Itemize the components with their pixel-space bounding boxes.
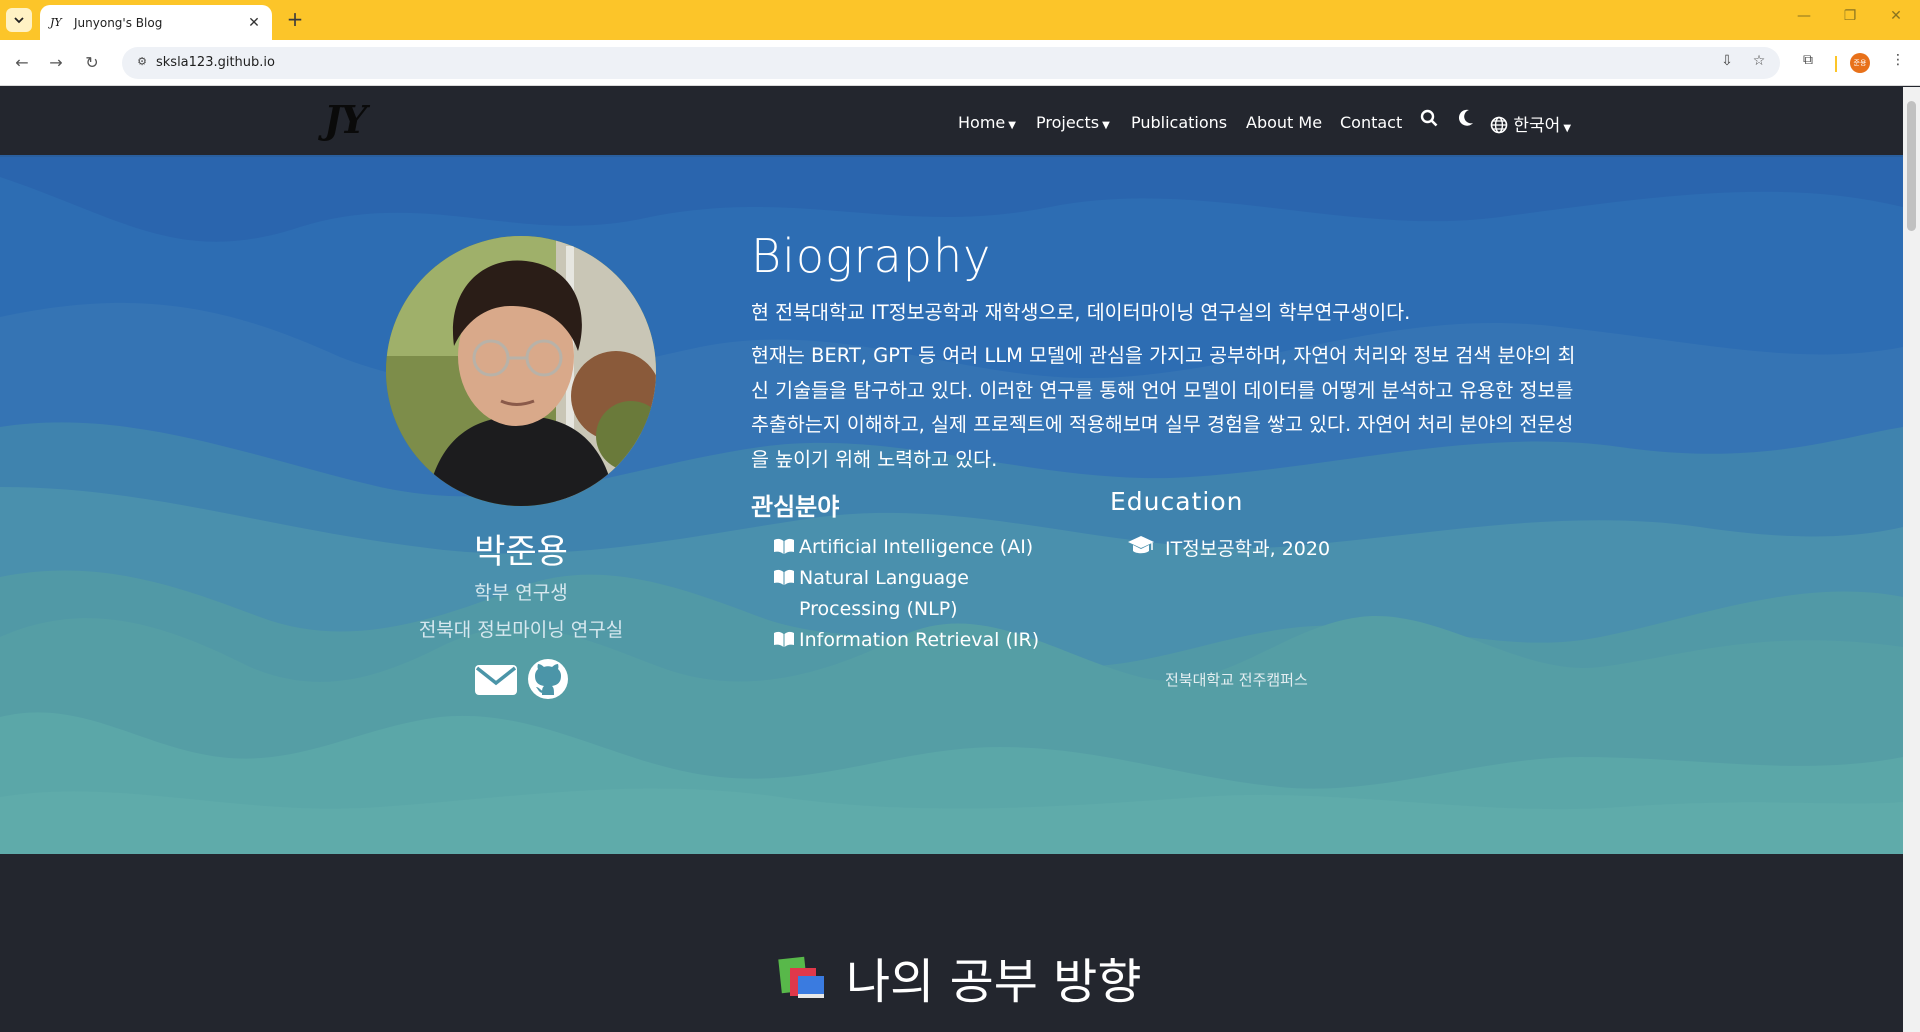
- interest-label: Natural Language Processing (NLP): [799, 567, 969, 620]
- browser-toolbar: ← → ↻ ⚙ sksla123.github.io ⇩ ☆ ⧉ 준용 ⋮: [0, 40, 1920, 86]
- interest-item: Natural Language Processing (NLP): [773, 563, 1073, 625]
- globe-icon: [1490, 116, 1508, 134]
- close-tab-icon[interactable]: ✕: [246, 15, 262, 31]
- email-icon[interactable]: [474, 657, 518, 701]
- interest-item: Artificial Intelligence (AI): [773, 532, 1033, 563]
- scrollbar-thumb[interactable]: [1907, 101, 1916, 231]
- biography-intro: 현 전북대학교 IT정보공학과 재학생으로, 데이터마이닝 연구실의 학부연구생…: [751, 301, 1411, 324]
- url-text[interactable]: sksla123.github.io: [156, 55, 275, 70]
- reload-icon[interactable]: ↻: [80, 51, 104, 75]
- install-app-icon[interactable]: ⇩: [1716, 53, 1738, 73]
- education-heading: Education: [1110, 487, 1244, 516]
- toolbar-separator: [1835, 56, 1837, 72]
- back-arrow-icon[interactable]: ←: [10, 51, 34, 75]
- nav-projects-label: Projects: [1036, 113, 1100, 132]
- interest-label: Information Retrieval (IR): [799, 629, 1040, 651]
- profile-role: 학부 연구생: [474, 582, 568, 604]
- tab-search-button[interactable]: [6, 8, 32, 32]
- interest-item: Information Retrieval (IR): [773, 625, 1039, 656]
- book-open-icon: [773, 563, 799, 625]
- site-info-icon[interactable]: ⚙: [134, 55, 150, 71]
- bookmark-star-icon[interactable]: ☆: [1748, 53, 1770, 73]
- hero-about-section: 박준용 학부 연구생 전북대 정보마이닝 연구실 Biography 현 전북대…: [0, 157, 1903, 854]
- study-heading-text: 나의 공부 방향: [846, 954, 1142, 1010]
- interest-label: Artificial Intelligence (AI): [799, 536, 1034, 558]
- graduation-cap-icon: [1127, 534, 1165, 561]
- education-school: 전북대학교 전주캠퍼스: [1165, 671, 1308, 689]
- nav-projects-dropdown[interactable]: Projects ▼: [1036, 113, 1110, 132]
- restore-window-button[interactable]: ❐: [1830, 8, 1870, 32]
- nav-home-label: Home: [958, 113, 1006, 132]
- education-item: IT정보공학과, 2020: [1127, 534, 1330, 561]
- language-dropdown[interactable]: 한국어 ▼: [1490, 111, 1571, 136]
- page-scrollbar[interactable]: [1903, 87, 1920, 1032]
- caret-down-icon: ▼: [1102, 120, 1110, 131]
- forward-arrow-icon[interactable]: →: [44, 51, 68, 75]
- caret-down-icon: ▼: [1563, 123, 1572, 134]
- caret-down-icon: ▼: [1008, 120, 1016, 131]
- extensions-puzzle-icon[interactable]: ⧉: [1796, 52, 1820, 74]
- biography-heading: Biography: [751, 229, 992, 283]
- chevron-down-icon: [14, 16, 24, 23]
- webpage-viewport: JY Home ▼ Projects ▼ Publications About Me…: [0, 87, 1903, 1032]
- interests-heading: 관심분야: [751, 493, 840, 521]
- biography-paragraph: 현재는 BERT, GPT 등 여러 LLM 모델에 관심을 가지고 공부하며,…: [751, 344, 1576, 471]
- tab-favicon: JY: [50, 16, 62, 29]
- browser-tab-active[interactable]: JY Junyong's Blog ✕: [40, 5, 272, 40]
- search-icon[interactable]: [1416, 109, 1442, 133]
- minimize-window-button[interactable]: —: [1784, 8, 1824, 32]
- site-logo[interactable]: JY: [324, 97, 367, 142]
- browser-menu-icon[interactable]: ⋮: [1886, 52, 1910, 74]
- profile-lab: 전북대 정보마이닝 연구실: [418, 619, 624, 641]
- nav-home-dropdown[interactable]: Home ▼: [958, 113, 1016, 132]
- dark-mode-moon-icon[interactable]: [1453, 109, 1479, 133]
- nav-publications-link[interactable]: Publications: [1131, 113, 1227, 132]
- new-tab-button[interactable]: +: [282, 7, 308, 33]
- education-degree: IT정보공학과, 2020: [1165, 538, 1331, 560]
- browser-tab-strip: JY Junyong's Blog ✕ + — ❐ ✕: [0, 0, 1920, 40]
- study-heading: 나의 공부 방향: [776, 942, 1141, 1012]
- close-window-button[interactable]: ✕: [1876, 8, 1916, 32]
- nav-contact-link[interactable]: Contact: [1340, 113, 1402, 132]
- study-direction-section: 나의 공부 방향: [0, 854, 1903, 1032]
- language-label: 한국어: [1513, 116, 1561, 136]
- browser-profile-avatar[interactable]: 준용: [1850, 53, 1870, 73]
- book-open-icon: [773, 532, 799, 563]
- address-bar[interactable]: ⚙ sksla123.github.io ⇩ ☆: [122, 47, 1780, 79]
- profile-photo: [386, 236, 656, 506]
- tab-title: Junyong's Blog: [74, 15, 163, 30]
- github-icon[interactable]: [526, 657, 570, 701]
- book-open-icon: [773, 625, 799, 656]
- site-navbar: JY Home ▼ Projects ▼ Publications About Me…: [0, 87, 1903, 157]
- books-icon: [776, 954, 828, 1000]
- nav-about-link[interactable]: About Me: [1246, 113, 1322, 132]
- profile-name: 박준용: [474, 532, 568, 572]
